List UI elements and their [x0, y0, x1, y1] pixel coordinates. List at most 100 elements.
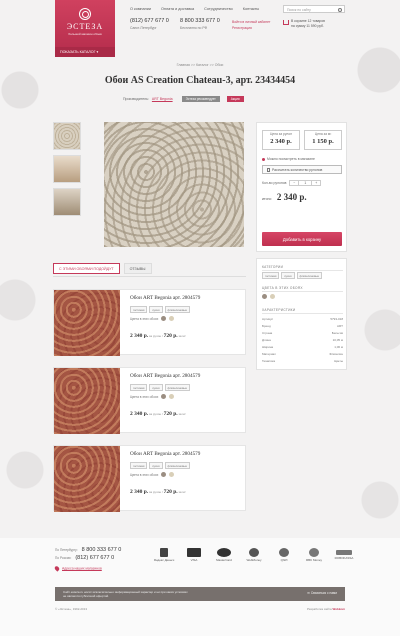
color-swatch[interactable] [161, 394, 167, 399]
item-price-roll-unit: за рулон [149, 490, 162, 494]
developer-name: Webkom [332, 607, 345, 611]
category-chip[interactable]: кухня [281, 272, 295, 280]
payment-label: VISA [190, 558, 198, 562]
item-image[interactable] [54, 446, 120, 512]
item-tag[interactable]: гостиная [130, 384, 148, 392]
product-thumbnail[interactable] [53, 155, 81, 183]
item-title[interactable]: Обои ART Begonia арт. 2804579 [130, 451, 200, 457]
webmoney-logo: WebMoney [243, 548, 265, 562]
list-item[interactable]: Обои ART Begonia арт. 2804579 гостиная к… [53, 367, 246, 434]
list-item[interactable]: Обои ART Begonia арт. 2804579 гостиная к… [53, 445, 246, 512]
item-tags: гостиная кухня флизелиновые [130, 384, 190, 392]
city-selector[interactable]: Санкт-Петербург [130, 26, 169, 30]
payment-label: MasterCard [216, 558, 232, 562]
spec-key: Страна [262, 331, 273, 335]
item-title[interactable]: Обои ART Begonia арт. 2804579 [130, 295, 200, 301]
item-tag[interactable]: гостиная [130, 462, 148, 470]
categories-heading: КАТЕГОРИИ [262, 265, 284, 269]
item-colors: Цвета в этих обоях [130, 316, 175, 321]
nav-item-about[interactable]: О компании [130, 7, 151, 11]
item-tag[interactable]: кухня [149, 384, 163, 392]
phone-free-note: Бесплатно по РФ [180, 26, 208, 30]
spec-value: 10,05 м [332, 338, 343, 342]
price-roll-value: 2 340 р. [270, 137, 292, 145]
spec-value: Флизелин [329, 352, 343, 356]
total-label: итого: [262, 197, 272, 201]
item-tag[interactable]: кухня [149, 306, 163, 314]
item-tag[interactable]: кухня [149, 462, 163, 470]
account-links: Войти в личный кабинет Регистрация [232, 19, 270, 31]
footer: По Петербургу: 8 800 333 677 0 По России:… [0, 538, 400, 636]
item-tag[interactable]: флизелиновые [164, 306, 190, 314]
price-card: Цена за рулон 2 340 р. Цена за м² 1 150 … [256, 122, 347, 252]
spec-key: Артикул [262, 317, 274, 321]
quantity-label: Кол-во рулонов [262, 181, 287, 185]
price-per-roll: Цена за рулон 2 340 р. [262, 130, 300, 150]
copyright: © «Эстеза», 1992-2013 [55, 607, 88, 611]
logo-tagline: большой магазин обоев [68, 32, 102, 36]
item-colors-label: Цвета в этих обоях [130, 394, 159, 399]
stores-address-link[interactable]: Адреса наших магазинов [53, 565, 102, 572]
spec-row: Артикул 5793-018 [262, 317, 343, 321]
register-link[interactable]: Регистрация [232, 25, 270, 31]
item-price: 2 340 р. за рулон / 720 р. за м² [130, 333, 186, 339]
breadcrumb[interactable]: Главная >> Каталог >> Обои [0, 63, 400, 67]
footer-rf-phone[interactable]: (812) 677 677 0 [75, 555, 114, 561]
tab-matching[interactable]: С ЭТИМИ ОБОЯМИ ПОДОЙДУТ [53, 263, 120, 274]
page-title: Обои AS Creation Chateau-3, арт. 2343445… [104, 75, 296, 86]
payment-label: ROBOKASSA [334, 556, 354, 560]
minus-button[interactable]: − [290, 181, 298, 185]
product-meta: Производитель: ART Begonia Эстеза рекоме… [123, 96, 244, 102]
payment-label: WebMoney [246, 558, 262, 562]
nav-item-contacts[interactable]: Контакты [243, 7, 259, 11]
color-swatch[interactable] [169, 316, 175, 321]
category-chip[interactable]: гостиная [262, 272, 280, 280]
item-price-m2: 720 р. [163, 489, 178, 495]
heart-icon [262, 157, 265, 161]
category-chip[interactable]: флизелиновые [296, 272, 322, 280]
color-swatch[interactable] [169, 394, 175, 399]
item-tag[interactable]: флизелиновые [164, 384, 190, 392]
footer-spb-phone[interactable]: 8 800 333 677 0 [82, 547, 122, 553]
spec-key: Ширина [262, 345, 274, 349]
item-title[interactable]: Обои ART Begonia арт. 2804579 [130, 373, 200, 379]
cart-summary[interactable]: В корзине 12 товаров на сумму 11 590 руб… [283, 19, 325, 29]
contact-us-link[interactable]: ✉ Связаться с нами [307, 591, 337, 596]
manufacturer-link[interactable]: ART Begonia [152, 97, 173, 101]
tab-reviews[interactable]: ОТЗЫВЫ [123, 263, 152, 274]
quantity-value[interactable]: 1 [298, 181, 313, 185]
product-main-image[interactable] [104, 122, 244, 247]
nav-item-cooperation[interactable]: Сотрудничество [204, 7, 233, 11]
add-to-cart-button[interactable]: Добавить в корзину [262, 232, 342, 246]
phone-free[interactable]: 8 800 333 677 0 [180, 18, 220, 24]
logo[interactable]: ЭСТЕЗА большой магазин обоев [55, 0, 115, 47]
calculator-icon [267, 168, 270, 172]
show-catalog-label: ПОКАЗАТЬ КАТАЛОГ [60, 50, 96, 54]
color-swatch[interactable] [262, 294, 267, 299]
item-tag[interactable]: гостиная [130, 306, 148, 314]
product-thumbnail[interactable] [53, 122, 81, 150]
price-m2-value: 1 150 р. [312, 137, 334, 145]
category-chips: гостиная кухня флизелиновые [262, 272, 322, 280]
phone-spb[interactable]: (812) 677 677 0 [130, 18, 169, 24]
search-icon[interactable] [338, 7, 342, 12]
in-store-notice: Можно посмотреть в магазине [262, 157, 315, 161]
show-catalog-button[interactable]: ПОКАЗАТЬ КАТАЛОГ ▾ [55, 47, 115, 57]
mail-icon: ✉ [307, 591, 310, 595]
quantity-stepper[interactable]: − 1 + [289, 180, 322, 186]
plus-button[interactable]: + [312, 181, 320, 185]
item-image[interactable] [54, 290, 120, 356]
product-thumbnail[interactable] [53, 188, 81, 216]
spec-row: Материал Флизелин [262, 352, 343, 356]
developer-credit[interactable]: Разработка сайта Webkom [307, 607, 345, 611]
color-swatch[interactable] [161, 472, 167, 477]
item-image[interactable] [54, 368, 120, 434]
color-swatch[interactable] [161, 316, 167, 321]
list-item[interactable]: Обои ART Begonia арт. 2804579 гостиная к… [53, 289, 246, 356]
calculate-rolls-button[interactable]: Рассчитать количество рулонов [262, 165, 342, 174]
search-input[interactable]: Поиск по сайту [283, 5, 345, 13]
color-swatch[interactable] [169, 472, 175, 477]
color-swatch[interactable] [270, 294, 275, 299]
nav-item-delivery[interactable]: Оплата и доставка [161, 7, 194, 11]
item-tag[interactable]: флизелиновые [164, 462, 190, 470]
